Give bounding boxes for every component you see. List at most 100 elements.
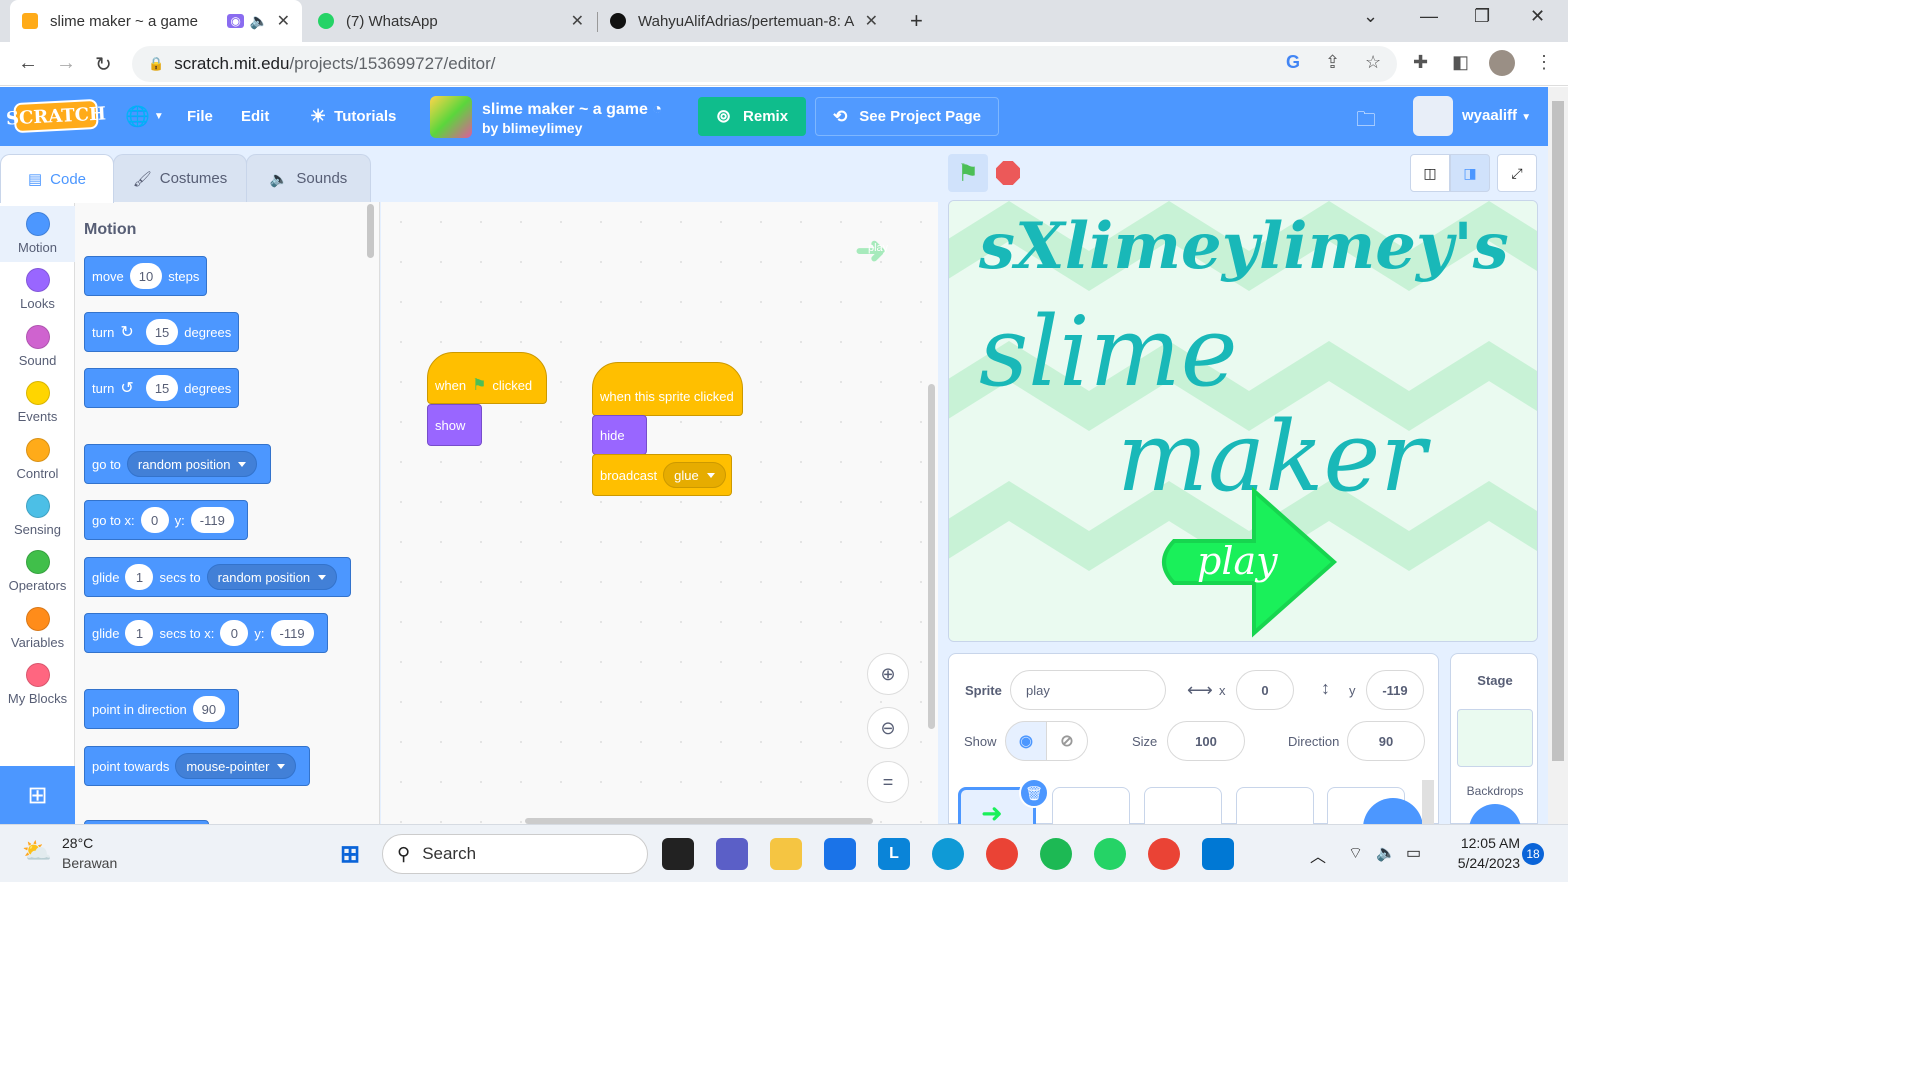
notification-badge[interactable]: 18: [1522, 843, 1544, 865]
delete-sprite-icon[interactable]: 🗑: [1019, 778, 1049, 808]
degrees-input[interactable]: 15: [145, 375, 179, 401]
vscode-icon[interactable]: [1202, 838, 1234, 870]
x-input[interactable]: 0: [1236, 670, 1294, 710]
microsoft-store-icon[interactable]: [824, 838, 856, 870]
url-field[interactable]: 🔒 scratch.mit.edu/projects/153699727/edi…: [132, 46, 1397, 82]
size-input[interactable]: 100: [1167, 721, 1245, 761]
y-input[interactable]: -119: [190, 507, 234, 533]
tutorials-button[interactable]: ☀ Tutorials: [310, 87, 396, 146]
file-menu[interactable]: File: [187, 87, 213, 146]
zoom-in-icon[interactable]: ⊕: [867, 653, 909, 695]
y-input[interactable]: -119: [1366, 670, 1424, 710]
scratch-logo[interactable]: SCRATCH: [6, 98, 106, 134]
taskbar-search[interactable]: ⚲ Search: [382, 834, 648, 874]
tab-code[interactable]: ▤ Code: [0, 154, 114, 203]
stage-selector-panel[interactable]: Stage Backdrops: [1450, 653, 1538, 830]
x-input[interactable]: 0: [140, 507, 169, 533]
direction-input[interactable]: 90: [192, 696, 226, 722]
normal-stage-icon[interactable]: ◨: [1450, 154, 1490, 192]
forward-icon[interactable]: →: [56, 52, 76, 75]
direction-input[interactable]: 90: [1347, 721, 1425, 761]
windows-start-icon[interactable]: ⊞: [334, 838, 366, 870]
add-extension-button[interactable]: ⊞: [0, 766, 75, 824]
tab-sounds[interactable]: 🔈 Sounds: [246, 154, 371, 202]
back-icon[interactable]: ←: [18, 52, 38, 75]
target-dropdown[interactable]: mouse-pointer: [175, 753, 297, 779]
profile-avatar[interactable]: [1489, 50, 1515, 76]
fullscreen-icon[interactable]: ⤢: [1497, 154, 1537, 192]
message-dropdown[interactable]: glue: [663, 462, 726, 488]
sprite-thumb-glue[interactable]: [1144, 787, 1222, 827]
reload-icon[interactable]: ↻: [95, 52, 112, 77]
bookmark-star-icon[interactable]: ☆: [1365, 52, 1381, 73]
sprite-thumb-bottle[interactable]: [1236, 787, 1314, 827]
clock-date[interactable]: 5/24/2023: [1440, 855, 1520, 871]
when-sprite-clicked-block[interactable]: when this sprite clicked: [592, 362, 743, 416]
zoom-reset-icon[interactable]: =: [867, 761, 909, 803]
edit-menu[interactable]: Edit: [241, 87, 269, 146]
page-scroll-thumb[interactable]: [1552, 101, 1564, 761]
small-stage-icon[interactable]: ◫: [1410, 154, 1450, 192]
tab-search-chevron-icon[interactable]: ⌄: [1363, 6, 1378, 27]
restore-icon[interactable]: ❐: [1474, 6, 1490, 27]
category-events[interactable]: Events: [0, 375, 75, 431]
stage-canvas[interactable]: sXlimeylimey's slime maker play: [948, 200, 1538, 642]
chrome-profile-icon[interactable]: [1148, 838, 1180, 870]
spotify-icon[interactable]: [1040, 838, 1072, 870]
teams-chat-icon[interactable]: [716, 838, 748, 870]
category-variables[interactable]: Variables: [0, 601, 75, 657]
go-to-block[interactable]: go to random position: [84, 444, 272, 484]
glide-to-xy-block[interactable]: glide 1 secs to x: 0 y: -119: [84, 613, 328, 653]
user-avatar[interactable]: [1413, 96, 1453, 136]
secs-input[interactable]: 1: [125, 564, 154, 590]
remix-button[interactable]: ⊚ Remix: [698, 97, 806, 136]
tab-whatsapp[interactable]: (7) WhatsApp ✕: [306, 0, 596, 42]
when-flag-clicked-block[interactable]: when ⚑ clicked: [427, 352, 547, 404]
tab-slime-maker[interactable]: slime maker ~ a game ◉ 🔈 ✕: [10, 0, 302, 42]
tab-costumes[interactable]: 🖌 Costumes: [113, 154, 247, 202]
task-view-icon[interactable]: [662, 838, 694, 870]
category-sensing[interactable]: Sensing: [0, 488, 75, 544]
palette-scrollbar[interactable]: [367, 204, 374, 258]
go-to-xy-block[interactable]: go to x: 0 y: -119: [84, 500, 248, 540]
category-looks[interactable]: Looks: [0, 262, 75, 318]
new-tab-button[interactable]: +: [898, 0, 938, 42]
chrome-icon[interactable]: [986, 838, 1018, 870]
weather-temp[interactable]: 28°C: [62, 835, 93, 851]
close-tab-icon[interactable]: ✕: [277, 11, 290, 31]
whatsapp-icon[interactable]: [1094, 838, 1126, 870]
degrees-input[interactable]: 15: [145, 319, 179, 345]
stop-button[interactable]: [988, 154, 1028, 192]
zoom-out-icon[interactable]: ⊖: [867, 707, 909, 749]
clock-time[interactable]: 12:05 AM: [1440, 835, 1520, 851]
google-translate-icon[interactable]: G: [1286, 52, 1300, 73]
target-dropdown[interactable]: random position: [126, 451, 258, 477]
weather-desc[interactable]: Berawan: [62, 855, 117, 871]
point-towards-block[interactable]: point towards mouse-pointer: [84, 746, 311, 786]
close-window-icon[interactable]: ✕: [1530, 6, 1545, 27]
username-menu[interactable]: wyaaliff ▼: [1462, 107, 1531, 124]
script-workspace[interactable]: ➜ play when ⚑ clicked show when this spr…: [381, 202, 938, 824]
secs-input[interactable]: 1: [125, 620, 154, 646]
target-dropdown[interactable]: random position: [206, 564, 338, 590]
category-sound[interactable]: Sound: [0, 319, 75, 375]
project-author[interactable]: by blimeylimey: [482, 120, 582, 136]
file-explorer-icon[interactable]: [770, 838, 802, 870]
language-globe-icon[interactable]: 🌐 ▼: [125, 87, 164, 146]
show-visible-icon[interactable]: ◉: [1005, 721, 1047, 761]
turn-left-block[interactable]: turn ↺ 15 degrees: [84, 368, 240, 408]
battery-icon[interactable]: ▭: [1406, 843, 1421, 863]
share-icon[interactable]: ⇪: [1325, 52, 1340, 73]
point-in-direction-block[interactable]: point in direction 90: [84, 689, 240, 729]
speaker-icon[interactable]: 🔈: [250, 12, 269, 30]
edge-icon[interactable]: [932, 838, 964, 870]
glide-to-block[interactable]: glide 1 secs to random position: [84, 557, 352, 597]
page-scrollbar[interactable]: [1548, 87, 1568, 824]
see-project-page-button[interactable]: ⟲ See Project Page: [815, 97, 999, 136]
y-input[interactable]: -119: [270, 620, 314, 646]
green-flag-button[interactable]: ⚑: [948, 154, 988, 192]
sprite-thumb-bowl[interactable]: [1052, 787, 1130, 827]
steps-input[interactable]: 10: [129, 263, 163, 289]
workspace-vertical-scrollbar[interactable]: [928, 384, 935, 729]
show-block[interactable]: show: [427, 404, 482, 446]
